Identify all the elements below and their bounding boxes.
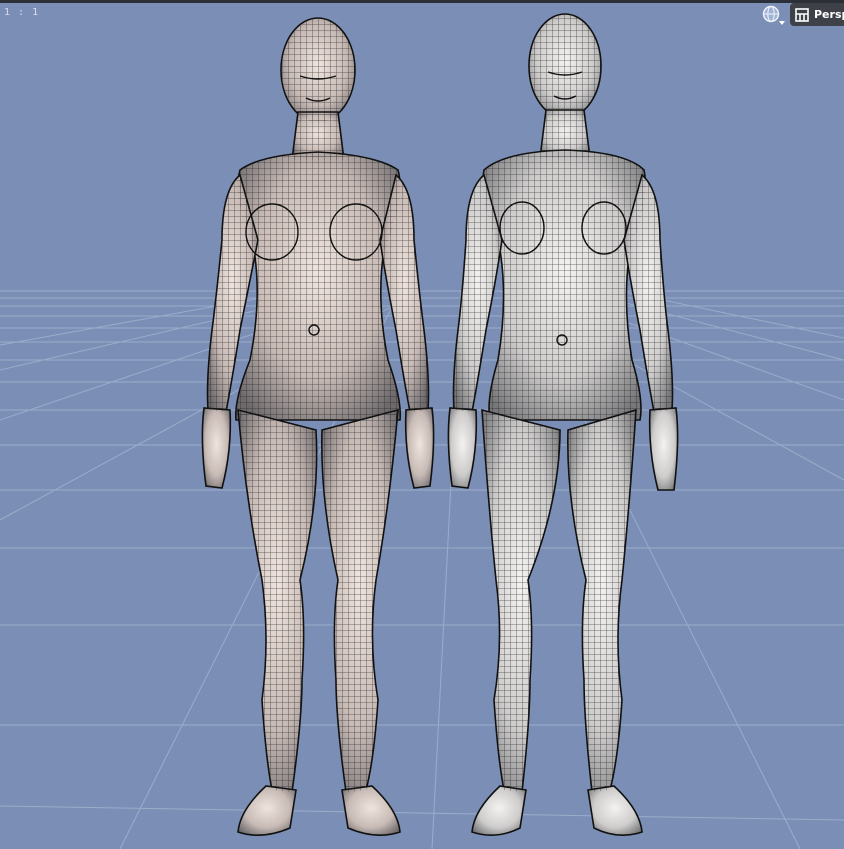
triangle-down-icon [779, 21, 785, 25]
3d-viewport[interactable]: 1 : 1 Persp [0, 0, 844, 849]
view-mode-button[interactable]: Persp [790, 3, 844, 26]
figure-right[interactable] [447, 13, 679, 836]
figure-left[interactable] [201, 17, 435, 836]
scene-canvas[interactable] [0, 0, 844, 849]
camera-globe-button[interactable] [761, 4, 785, 26]
aspect-ratio-label: 1 : 1 [4, 7, 40, 18]
view-mode-label: Persp [814, 8, 844, 21]
grid-layout-icon [795, 7, 809, 22]
globe-icon [762, 5, 785, 25]
